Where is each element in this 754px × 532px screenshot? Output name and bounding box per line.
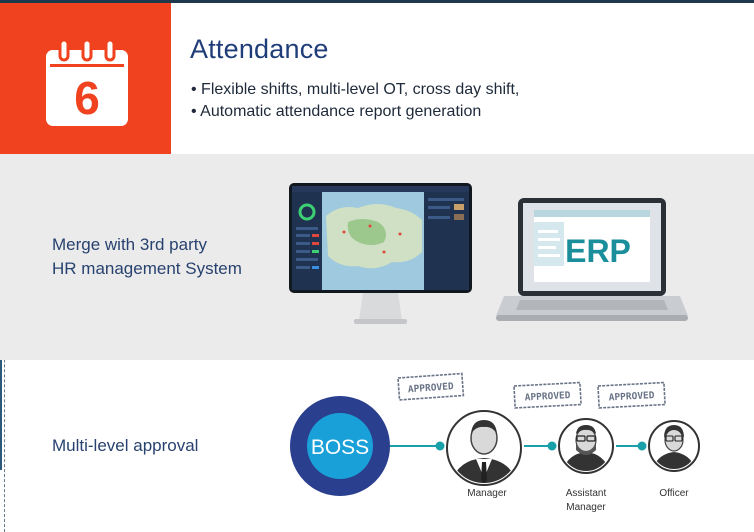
integration-text: Merge with 3rd party HR management Syste…	[52, 233, 242, 281]
approved-stamp-assistant: APPROVED	[513, 381, 582, 409]
calendar-icon: 6	[46, 38, 128, 126]
monitor-with-map-illustration	[289, 183, 472, 324]
calendar-number: 6	[74, 72, 100, 124]
manager-label: Manager	[467, 488, 507, 499]
connector-dot	[637, 441, 647, 451]
assistant-manager-avatar	[558, 418, 614, 474]
officer-label: Officer	[659, 488, 689, 499]
approval-text: Multi-level approval	[52, 436, 199, 455]
erp-label: ERP	[565, 233, 631, 269]
approval-chain-diagram: APPROVED APPROVED APPROVED BOSS Manager …	[290, 372, 700, 513]
svg-text:APPROVED: APPROVED	[408, 381, 455, 395]
approved-stamp-officer: APPROVED	[597, 381, 666, 409]
approved-stamp-manager: APPROVED	[397, 372, 465, 401]
integration-text-line2: HR management System	[52, 259, 242, 278]
boss-node: BOSS	[290, 396, 390, 496]
boss-label: BOSS	[311, 436, 369, 459]
bullet-report: • Automatic attendance report generation	[191, 103, 482, 120]
connector-dot	[435, 441, 445, 451]
assistant-manager-label-line1: Assistant	[566, 488, 607, 499]
manager-avatar	[446, 410, 522, 486]
bullet-shifts: • Flexible shifts, multi-level OT, cross…	[191, 81, 520, 98]
connector-dot	[547, 441, 557, 451]
svg-text:APPROVED: APPROVED	[524, 390, 571, 403]
officer-avatar	[648, 420, 700, 472]
laptop-erp-illustration: ERP	[496, 198, 688, 321]
assistant-manager-label-line2: Manager	[566, 502, 606, 513]
feature-bullets: • Flexible shifts, multi-level OT, cross…	[191, 79, 519, 123]
svg-text:APPROVED: APPROVED	[608, 390, 655, 403]
page-title: Attendance	[190, 34, 329, 64]
integration-text-line1: Merge with 3rd party	[52, 235, 207, 254]
